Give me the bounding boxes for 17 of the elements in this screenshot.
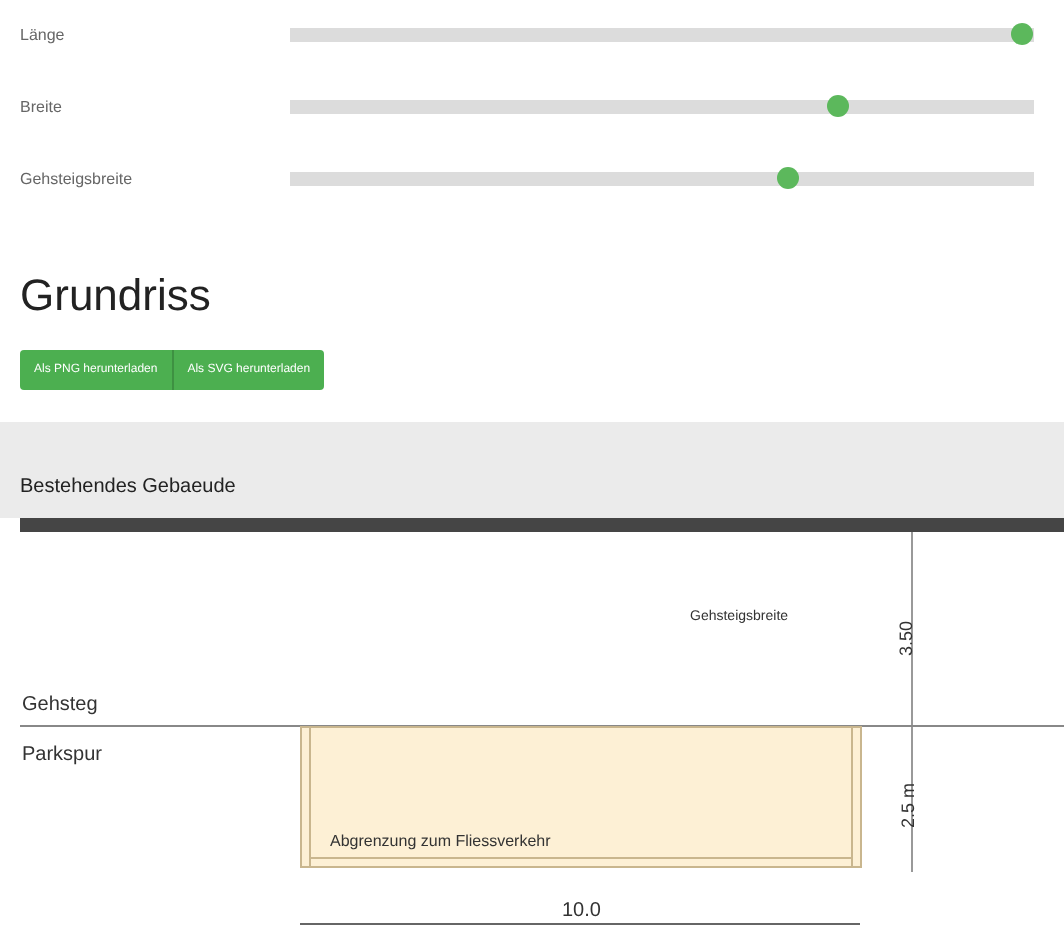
slider-track[interactable] bbox=[290, 167, 1034, 189]
slider-thumb[interactable] bbox=[827, 95, 850, 117]
slider-label: Breite bbox=[20, 97, 64, 115]
dimension-value: 10.0 bbox=[562, 900, 601, 922]
zone-label: Gehsteg bbox=[22, 694, 98, 716]
slider-label: Länge bbox=[20, 25, 67, 43]
dimension-value: 2.5 m bbox=[898, 782, 918, 828]
slider-label: Gehsteigsbreite bbox=[20, 169, 135, 187]
section-heading: Grundriss bbox=[20, 270, 213, 322]
building-label: Bestehendes Gebaeude bbox=[20, 476, 236, 498]
boundary-label: Abgrenzung zum Fliessverkehr bbox=[330, 832, 551, 850]
dimension-value: 3.50 bbox=[896, 620, 916, 656]
zone-label: Parkspur bbox=[22, 744, 103, 766]
slider-thumb[interactable] bbox=[777, 167, 799, 189]
slider-thumb[interactable] bbox=[1011, 23, 1033, 45]
slider-track[interactable] bbox=[290, 95, 1034, 117]
slider-track[interactable] bbox=[290, 23, 1034, 45]
